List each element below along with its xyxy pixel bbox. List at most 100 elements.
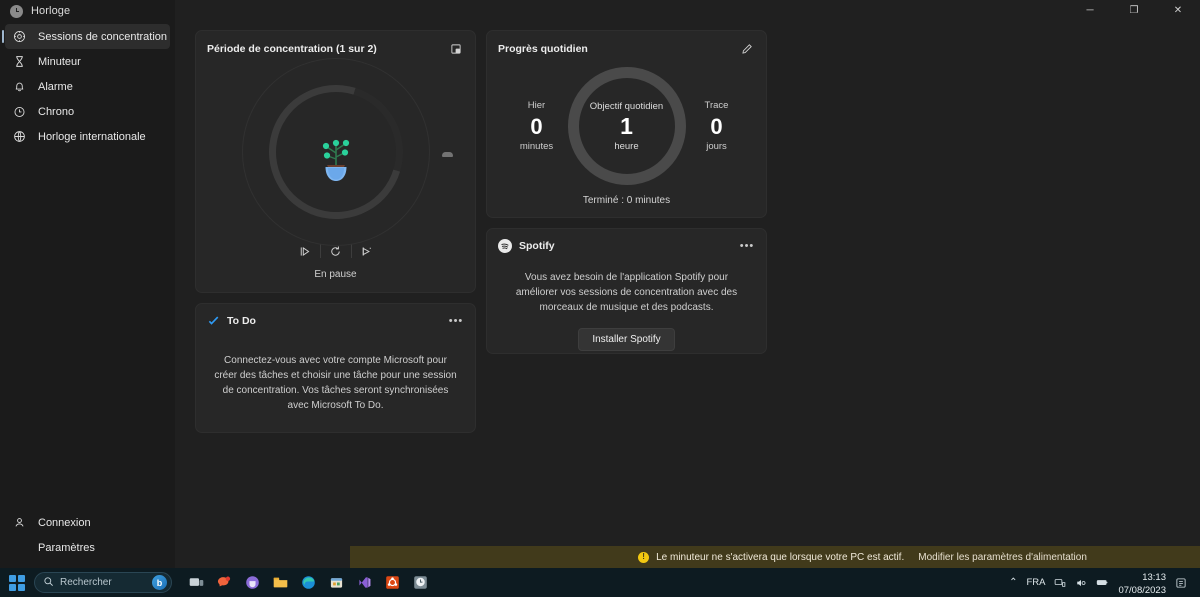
taskbar-clock[interactable]: 13:13 07/08/2023: [1118, 570, 1166, 596]
spotify-more-button[interactable]: •••: [736, 236, 758, 256]
cards-container: Période de concentration (1 sur 2) En pa…: [175, 22, 1200, 433]
close-button[interactable]: ✕: [1156, 0, 1200, 22]
goal-value: 1: [620, 112, 633, 139]
pencil-icon[interactable]: [736, 39, 758, 59]
yesterday-value: 0: [530, 114, 543, 139]
streak-stat: Trace 0 jours: [686, 100, 748, 152]
file-explorer-icon[interactable]: [270, 572, 291, 593]
main-content: Période de concentration (1 sur 2) En pa…: [175, 0, 1200, 568]
progress-footer-text: Terminé : 0 minutes: [582, 195, 671, 206]
clock-date: 07/08/2023: [1118, 584, 1166, 596]
sidebar-item-label: Chrono: [38, 105, 75, 118]
todo-card-title: To Do: [227, 315, 256, 327]
sidebar-item-label: Connexion: [38, 516, 91, 529]
yesterday-stat: Hier 0 minutes: [506, 100, 568, 152]
title-bar: Horloge ─ ❐ ✕: [0, 0, 1200, 22]
task-view-icon[interactable]: [186, 572, 207, 593]
spotify-card: Spotify ••• Vous avez besoin de l'applic…: [486, 228, 767, 354]
sidebar-nav: Sessions de concentration Minuteur Alarm…: [0, 22, 175, 149]
focus-session-card: Période de concentration (1 sur 2) En pa…: [195, 30, 476, 293]
power-settings-link[interactable]: Modifier les paramètres d'alimentation: [918, 552, 1087, 563]
streak-value: 0: [710, 114, 723, 139]
daily-goal-ring: Objectif quotidien 1 heure: [567, 67, 686, 185]
todo-card-body: Connectez-vous avec votre compte Microso…: [214, 355, 457, 411]
more-icon: •••: [448, 314, 464, 327]
progress-card-header: Progrès quotidien: [487, 37, 766, 61]
sidebar-item-sessions-de-concentration[interactable]: Sessions de concentration: [2, 24, 170, 49]
more-icon: •••: [739, 239, 755, 252]
microsoft-todo-icon: [207, 315, 220, 328]
chat-icon[interactable]: [214, 572, 235, 593]
edge-icon[interactable]: [298, 572, 319, 593]
clock-app-icon[interactable]: [410, 572, 431, 593]
progress-card-title: Progrès quotidien: [498, 43, 588, 55]
streak-unit: jours: [706, 141, 727, 152]
teams-icon[interactable]: [242, 572, 263, 593]
left-column: Période de concentration (1 sur 2) En pa…: [195, 30, 476, 433]
taskbar: Rechercher b ⌃ FRA 13:13 07/08/2023: [0, 568, 1200, 597]
settings-icon: [13, 541, 26, 554]
focus-session-icon: [13, 30, 26, 43]
sound-icon[interactable]: [1075, 577, 1087, 589]
expand-icon[interactable]: [445, 39, 467, 59]
search-input[interactable]: Rechercher b: [34, 572, 172, 593]
window-title: Horloge: [31, 5, 71, 17]
goal-unit: heure: [614, 140, 639, 152]
sidebar-item-alarme[interactable]: Alarme: [5, 74, 170, 99]
moon-icon: [442, 152, 453, 157]
hourglass-icon: [13, 55, 26, 68]
start-button[interactable]: [6, 572, 28, 594]
sidebar-item-parametres[interactable]: Paramètres: [5, 535, 170, 560]
sidebar-item-label: Horloge internationale: [38, 130, 146, 143]
chevron-up-icon[interactable]: ⌃: [1009, 577, 1017, 588]
sidebar-item-label: Alarme: [38, 80, 73, 93]
daily-progress-card: Progrès quotidien Hier 0 minutes Objecti…: [486, 30, 767, 218]
todo-more-button[interactable]: •••: [445, 311, 467, 331]
yesterday-label: Hier: [527, 100, 546, 111]
sidebar-item-connexion[interactable]: Connexion: [5, 510, 170, 535]
globe-clock-icon: [13, 130, 26, 143]
bell-icon: [13, 80, 26, 93]
clock-icon: [10, 4, 23, 18]
yesterday-unit: minutes: [519, 141, 554, 152]
person-icon: [13, 516, 26, 529]
taskbar-left: Rechercher b: [6, 572, 431, 594]
spotify-card-title: Spotify: [519, 240, 555, 252]
store-icon[interactable]: [326, 572, 347, 593]
ubuntu-icon[interactable]: [382, 572, 403, 593]
todo-card: To Do ••• Connectez-vous avec votre comp…: [195, 303, 476, 433]
battery-icon[interactable]: [1096, 576, 1109, 589]
system-tray: ⌃ FRA 13:13 07/08/2023: [1009, 570, 1194, 596]
network-icon[interactable]: [1054, 577, 1066, 589]
taskbar-apps: [186, 572, 431, 593]
plant-graphic: [306, 119, 366, 185]
windows-logo-icon: [9, 574, 25, 591]
sidebar-item-chrono[interactable]: Chrono: [5, 99, 170, 124]
progress-stats-row: Hier 0 minutes Objectif quotidien 1 heur…: [487, 67, 766, 185]
minimize-button[interactable]: ─: [1068, 0, 1112, 22]
title-bar-left: Horloge: [0, 4, 71, 18]
sidebar-item-minuteur[interactable]: Minuteur: [5, 49, 170, 74]
stopwatch-icon: [13, 105, 26, 118]
clock-app-window: Horloge ─ ❐ ✕ Sessions de concentration: [0, 0, 1200, 568]
spotify-card-header: Spotify •••: [487, 236, 766, 256]
copilot-icon[interactable]: b: [152, 575, 167, 590]
sidebar-item-horloge-internationale[interactable]: Horloge internationale: [5, 124, 170, 149]
streak-label: Trace: [704, 100, 729, 111]
notification-icon[interactable]: [1175, 577, 1187, 589]
vs-code-icon[interactable]: [354, 572, 375, 593]
search-placeholder: Rechercher: [60, 577, 112, 588]
sidebar-item-label: Paramètres: [38, 541, 95, 554]
language-indicator[interactable]: FRA: [1026, 577, 1045, 588]
clock-time: 13:13: [1142, 571, 1166, 583]
warning-icon: !: [638, 551, 650, 563]
todo-card-header: To Do •••: [196, 311, 475, 331]
install-spotify-button[interactable]: Installer Spotify: [578, 328, 675, 351]
sidebar-bottom-nav: Connexion Paramètres: [0, 510, 175, 568]
sidebar-item-label: Minuteur: [38, 55, 81, 68]
sidebar: Sessions de concentration Minuteur Alarm…: [0, 0, 175, 568]
goal-text: Objectif quotidien 1 heure: [590, 101, 663, 152]
spotify-icon: [498, 239, 512, 253]
window-controls: ─ ❐ ✕: [1068, 0, 1200, 22]
maximize-button[interactable]: ❐: [1112, 0, 1156, 22]
